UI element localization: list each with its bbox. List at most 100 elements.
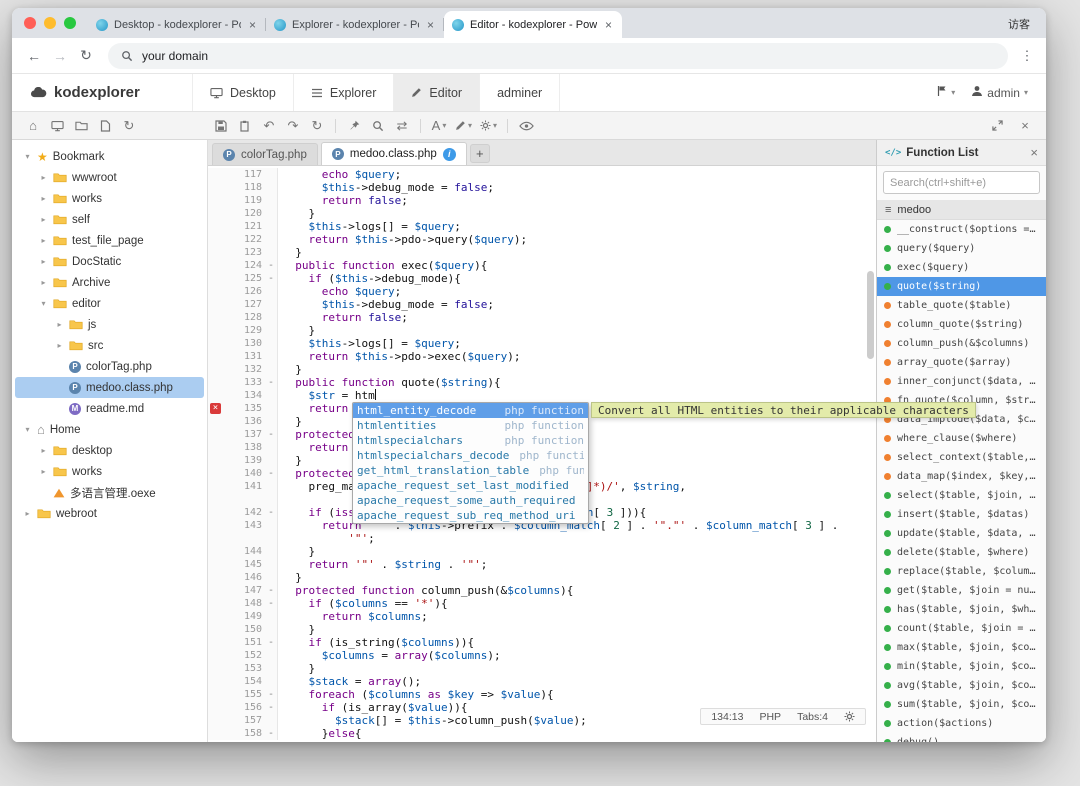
code-line[interactable]: 118 $this->debug_mode = false; [208, 181, 876, 194]
tree-item-works[interactable]: ▸ works [15, 461, 204, 482]
code-line[interactable]: '"'; [208, 532, 876, 545]
code-line[interactable]: 146 } [208, 571, 876, 584]
code-line[interactable]: 149 return $columns; [208, 610, 876, 623]
reload-icon[interactable]: ↻ [306, 115, 328, 137]
chevron-expanded-icon[interactable]: ▾ [23, 152, 32, 161]
tree-item-js[interactable]: ▸ js [15, 314, 204, 335]
tab-close-icon[interactable]: × [603, 18, 614, 32]
tree-item-webroot[interactable]: ▸ webroot [15, 503, 204, 524]
browser-tab[interactable]: Desktop - kodexplorer - Power × [88, 11, 266, 38]
function-list-item[interactable]: debug() [877, 733, 1046, 742]
autocomplete-item[interactable]: htmlspecialchars php function [353, 433, 588, 448]
function-list-item[interactable]: where_clause($where) [877, 429, 1046, 448]
chevron-collapsed-icon[interactable]: ▸ [39, 278, 48, 287]
browser-back-icon[interactable]: ← [22, 44, 46, 68]
tree-item-Archive[interactable]: ▸ Archive [15, 272, 204, 293]
code-line[interactable]: 153 } [208, 662, 876, 675]
code-line[interactable]: 119 return false; [208, 194, 876, 207]
browser-forward-icon[interactable]: → [48, 44, 72, 68]
fold-marker[interactable]: - [265, 636, 277, 649]
function-list-item[interactable]: action($actions) [877, 714, 1046, 733]
theme-button[interactable]: ▾ [452, 115, 475, 137]
fold-marker[interactable]: - [265, 259, 277, 272]
chevron-expanded-icon[interactable]: ▾ [23, 425, 32, 434]
tree-item-DocStatic[interactable]: ▸ DocStatic [15, 251, 204, 272]
code-line[interactable]: 134 $str = htm [208, 389, 876, 402]
tree-item-readme.md[interactable]: Mreadme.md [15, 398, 204, 419]
preview-eye-icon[interactable] [515, 115, 537, 137]
function-list-item[interactable]: update($table, $data, $where = null) [877, 524, 1046, 543]
code-line[interactable]: 130 $this->logs[] = $query; [208, 337, 876, 350]
browser-profile-label[interactable]: 访客 [1008, 16, 1030, 32]
fold-marker[interactable]: - [265, 701, 277, 714]
nav-item-desktop[interactable]: Desktop [192, 74, 293, 111]
code-line[interactable]: 127 $this->debug_mode = false; [208, 298, 876, 311]
redo-icon[interactable]: ↷ [282, 115, 304, 137]
fold-marker[interactable]: - [265, 428, 277, 441]
code-line[interactable]: 152 $columns = array($columns); [208, 649, 876, 662]
app-logo[interactable]: kodexplorer [12, 74, 192, 111]
code-line[interactable]: 155- foreach ($columns as $key => $value… [208, 688, 876, 701]
browser-tab[interactable]: Editor - kodexplorer - Powered × [444, 11, 622, 38]
function-list-item[interactable]: delete($table, $where) [877, 543, 1046, 562]
fold-marker[interactable]: - [265, 272, 277, 285]
function-list-item[interactable]: array_quote($array) [877, 353, 1046, 372]
function-search-input[interactable] [883, 171, 1040, 194]
fullscreen-icon[interactable] [986, 115, 1008, 137]
user-menu-button[interactable]: admin ▾ [971, 85, 1028, 100]
tree-item-medoo.class.php[interactable]: Pmedoo.class.php [15, 377, 204, 398]
refresh-icon[interactable]: ↻ [118, 115, 140, 137]
chevron-collapsed-icon[interactable]: ▸ [39, 257, 48, 266]
undo-icon[interactable]: ↶ [258, 115, 280, 137]
autocomplete-item[interactable]: apache_request_sub_req_method_uri [353, 508, 588, 523]
fold-marker[interactable]: - [265, 376, 277, 389]
code-line[interactable]: 126 echo $query; [208, 285, 876, 298]
tree-item-test_file_page[interactable]: ▸ test_file_page [15, 230, 204, 251]
paste-icon[interactable] [234, 115, 256, 137]
language-flag-button[interactable]: ▾ [937, 85, 955, 100]
chevron-collapsed-icon[interactable]: ▸ [39, 467, 48, 476]
function-list-item[interactable]: has($table, $join, $where = null) [877, 600, 1046, 619]
function-class-row[interactable]: ≡ medoo [877, 200, 1046, 220]
chevron-collapsed-icon[interactable]: ▸ [39, 194, 48, 203]
function-list-item[interactable]: column_push(&$columns) [877, 334, 1046, 353]
editor-scrollbar-thumb[interactable] [867, 271, 874, 359]
nav-item-editor[interactable]: Editor [393, 74, 480, 111]
function-list-item[interactable]: replace($table, $columns, $search = null… [877, 562, 1046, 581]
code-line[interactable]: 147- protected function column_push(&$co… [208, 584, 876, 597]
goto-swap-icon[interactable]: ⇄ [391, 115, 413, 137]
function-list-item[interactable]: data_map($index, $key, $value, $data, &$… [877, 467, 1046, 486]
code-line[interactable]: 129 } [208, 324, 876, 337]
autocomplete-item[interactable]: apache_request_set_last_modified [353, 478, 588, 493]
code-line[interactable]: 145 return '"' . $string . '"'; [208, 558, 876, 571]
search-icon[interactable] [367, 115, 389, 137]
tree-item-_.oexe[interactable]: 多语言管理.oexe [15, 482, 204, 503]
tab-size-setting[interactable]: Tabs:4 [797, 711, 828, 723]
code-line[interactable]: 117 echo $query; [208, 168, 876, 181]
chevron-collapsed-icon[interactable]: ▸ [39, 215, 48, 224]
function-panel-close-icon[interactable]: × [1030, 145, 1038, 160]
editor-file-tab[interactable]: Pmedoo.class.php i [320, 142, 467, 165]
tree-item-Bookmark[interactable]: ▾ ★ Bookmark [15, 146, 204, 167]
function-list-item[interactable]: exec($query) [877, 258, 1046, 277]
function-list-item[interactable]: get($table, $join = null, $column = null… [877, 581, 1046, 600]
url-input[interactable]: your domain [108, 42, 1008, 69]
tree-item-editor[interactable]: ▾ editor [15, 293, 204, 314]
tree-item-wwwroot[interactable]: ▸ wwwroot [15, 167, 204, 188]
fold-marker[interactable]: - [265, 467, 277, 480]
code-line[interactable]: 128 return false; [208, 311, 876, 324]
tab-close-icon[interactable]: × [425, 18, 436, 32]
file-info-icon[interactable]: i [442, 147, 456, 161]
function-list-item[interactable]: __construct($options = null) [877, 220, 1046, 239]
browser-menu-icon[interactable]: ⋮ [1018, 48, 1036, 64]
pin-icon[interactable] [343, 115, 365, 137]
autocomplete-item[interactable]: get_html_translation_table php function [353, 463, 588, 478]
function-list-item[interactable]: select($table, $join, $columns = null, $… [877, 486, 1046, 505]
code-line[interactable]: 132 } [208, 363, 876, 376]
home-icon[interactable]: ⌂ [22, 115, 44, 137]
browser-tab[interactable]: Explorer - kodexplorer - Powe × [266, 11, 444, 38]
editor-file-tab[interactable]: PcolorTag.php [212, 143, 318, 165]
browser-reload-icon[interactable]: ↻ [74, 44, 98, 68]
code-line[interactable]: 150 } [208, 623, 876, 636]
function-list-item[interactable]: min($table, $join, $column = null) [877, 657, 1046, 676]
